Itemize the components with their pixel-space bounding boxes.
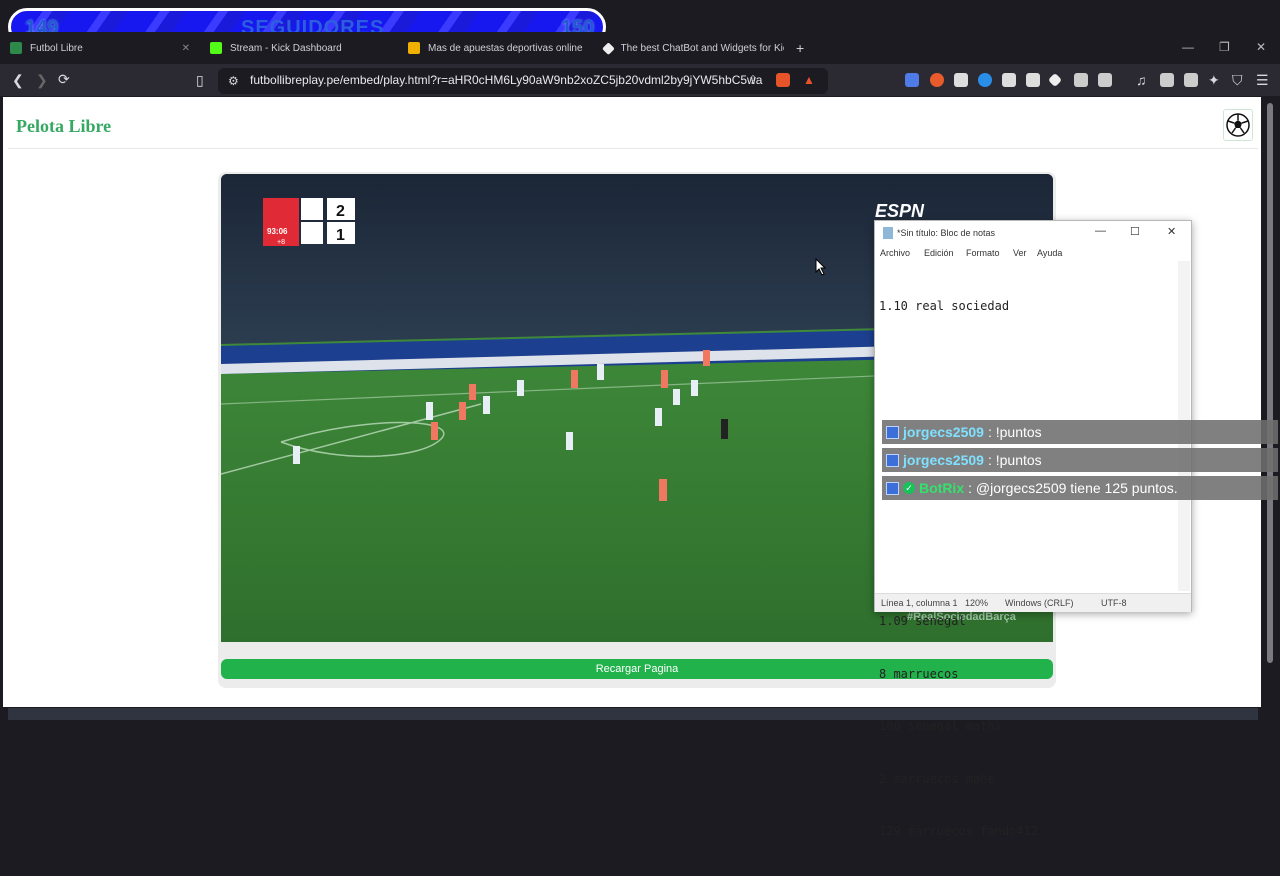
notepad-window[interactable]: *Sin título: Bloc de notas — ☐ ✕ Archivo… xyxy=(874,220,1192,838)
screenshot-icon[interactable] xyxy=(1098,73,1112,87)
chat-message: jorgecs2509 : !puntos xyxy=(882,420,1278,444)
vpn-icon[interactable]: ⛉ xyxy=(1232,72,1243,88)
tab-title: Futbol Libre xyxy=(30,42,83,54)
extensions-puzzle-icon[interactable] xyxy=(1074,73,1088,87)
share-icon[interactable]: ⇪ xyxy=(748,72,758,88)
botrix-favicon-icon xyxy=(602,41,615,55)
leo-ai-icon[interactable]: ✦ xyxy=(1208,72,1220,88)
wallet-icon[interactable] xyxy=(1184,73,1198,87)
minimize-icon[interactable]: — xyxy=(1182,40,1194,54)
note-line xyxy=(879,508,1175,526)
extension-card-icon[interactable] xyxy=(1026,73,1040,87)
back-icon[interactable]: ❮ xyxy=(12,72,24,88)
note-line: 2 marruecos mahe xyxy=(879,771,995,786)
chat-text: : !puntos xyxy=(987,424,1042,440)
notepad-menubar: Archivo Edición Formato Ver Ayuda xyxy=(875,245,1191,261)
away-score: 1 xyxy=(336,227,345,244)
notepad-minimize-icon[interactable]: — xyxy=(1095,225,1106,237)
tab-kick-dashboard[interactable]: Stream - Kick Dashboard xyxy=(210,36,390,60)
tab-title: Mas de apuestas deportivas online xyxy=(428,42,583,54)
chat-text: : @jorgecs2509 tiene 125 puntos. xyxy=(968,480,1178,496)
restore-icon[interactable]: ❐ xyxy=(1219,40,1230,54)
zoom-level: 120% xyxy=(965,598,989,608)
chat-username: BotRix xyxy=(919,480,965,496)
kick-favicon-icon xyxy=(210,42,222,54)
bookmark-icon[interactable]: ▯ xyxy=(196,72,204,88)
notepad-title: *Sin título: Bloc de notas xyxy=(897,228,996,238)
translate-icon[interactable] xyxy=(905,73,919,87)
site-info-icon[interactable]: ⚙ xyxy=(228,73,239,89)
reload-icon[interactable]: ⟳ xyxy=(58,71,70,87)
match-clock: 93:06 xyxy=(267,227,288,236)
kick-user-icon xyxy=(886,425,899,439)
tab-chatbot[interactable]: The best ChatBot and Widgets for Kick xyxy=(602,36,784,60)
notepad-statusbar: Línea 1, columna 1 120% Windows (CRLF) U… xyxy=(875,593,1191,612)
soccer-ball-icon[interactable] xyxy=(1223,109,1253,141)
page-scrollbar[interactable] xyxy=(1264,97,1276,707)
text-encoding: UTF-8 xyxy=(1101,598,1127,608)
network-logo: ESPN xyxy=(875,201,925,221)
chat-message: jorgecs2509 : !puntos xyxy=(882,448,1278,472)
notepad-close-icon[interactable]: ✕ xyxy=(1167,225,1176,238)
scrollbar-thumb[interactable] xyxy=(1267,103,1273,663)
menu-ayuda[interactable]: Ayuda xyxy=(1037,248,1062,258)
verified-check-icon: ✓ xyxy=(903,482,915,494)
chat-username: jorgecs2509 xyxy=(903,452,984,468)
menu-icon[interactable]: ☰ xyxy=(1256,72,1269,88)
chat-text: : !puntos xyxy=(987,452,1042,468)
cursor-position: Línea 1, columna 1 xyxy=(881,598,958,608)
notepad-maximize-icon[interactable]: ☐ xyxy=(1130,225,1140,238)
brave-rewards-icon[interactable]: ▲ xyxy=(803,73,815,87)
chat-message: ✓ BotRix : @jorgecs2509 tiene 125 puntos… xyxy=(882,476,1278,500)
site-brand[interactable]: Pelota Libre xyxy=(16,116,111,137)
note-line: 129 marruecos fando412 xyxy=(879,824,1038,838)
kick-user-icon xyxy=(886,481,899,495)
tab-close-icon[interactable]: ✕ xyxy=(182,43,190,54)
note-line xyxy=(879,403,1175,421)
note-line: 1.10 real sociedad xyxy=(879,299,1010,313)
extension-blue-icon[interactable] xyxy=(978,73,992,87)
header-divider xyxy=(8,148,1258,149)
media-icon[interactable]: ♫ xyxy=(1136,72,1147,88)
tab-apuestas[interactable]: Mas de apuestas deportivas online xyxy=(408,36,588,60)
sidebar-icon[interactable] xyxy=(1160,73,1174,87)
menu-formato[interactable]: Formato xyxy=(966,248,1000,258)
mouse-cursor-icon xyxy=(815,258,827,276)
browser-tab-strip: Futbol Libre ✕ Stream - Kick Dashboard M… xyxy=(0,32,1280,64)
notepad-app-icon xyxy=(883,227,893,239)
notepad-titlebar[interactable]: *Sin título: Bloc de notas — ☐ ✕ xyxy=(875,221,1191,245)
home-score: 2 xyxy=(336,203,345,220)
note-line: 1.09 senegal xyxy=(879,614,966,628)
note-line xyxy=(879,351,1175,369)
menu-edicion[interactable]: Edición xyxy=(924,248,954,258)
menu-ver[interactable]: Ver xyxy=(1013,248,1027,258)
betting-favicon-icon xyxy=(408,42,420,54)
line-ending: Windows (CRLF) xyxy=(1005,598,1074,608)
chat-username: jorgecs2509 xyxy=(903,424,984,440)
extension-doc-icon[interactable] xyxy=(1002,73,1016,87)
brave-shields-icon[interactable] xyxy=(776,73,790,87)
extension-fire-icon[interactable] xyxy=(930,73,944,87)
url-text[interactable]: futbollibreplay.pe/embed/play.html?r=aHR… xyxy=(250,73,762,87)
note-line: 8 marruecos xyxy=(879,666,959,681)
extension-shield-icon[interactable] xyxy=(954,73,968,87)
new-tab-button[interactable]: + xyxy=(796,36,812,60)
tab-title: The best ChatBot and Widgets for Kick xyxy=(620,42,784,54)
forward-icon[interactable]: ❯ xyxy=(36,72,48,88)
close-window-icon[interactable]: ✕ xyxy=(1256,40,1266,54)
tab-favicon-icon xyxy=(10,42,22,54)
tab-futbol-libre[interactable]: Futbol Libre ✕ xyxy=(10,36,190,60)
note-line: 100 senegal mathi xyxy=(879,719,1002,733)
tab-title: Stream - Kick Dashboard xyxy=(230,42,342,54)
note-line xyxy=(879,561,1175,579)
kick-user-icon xyxy=(886,453,899,467)
added-time: +8 xyxy=(277,239,285,246)
menu-archivo[interactable]: Archivo xyxy=(880,248,910,258)
